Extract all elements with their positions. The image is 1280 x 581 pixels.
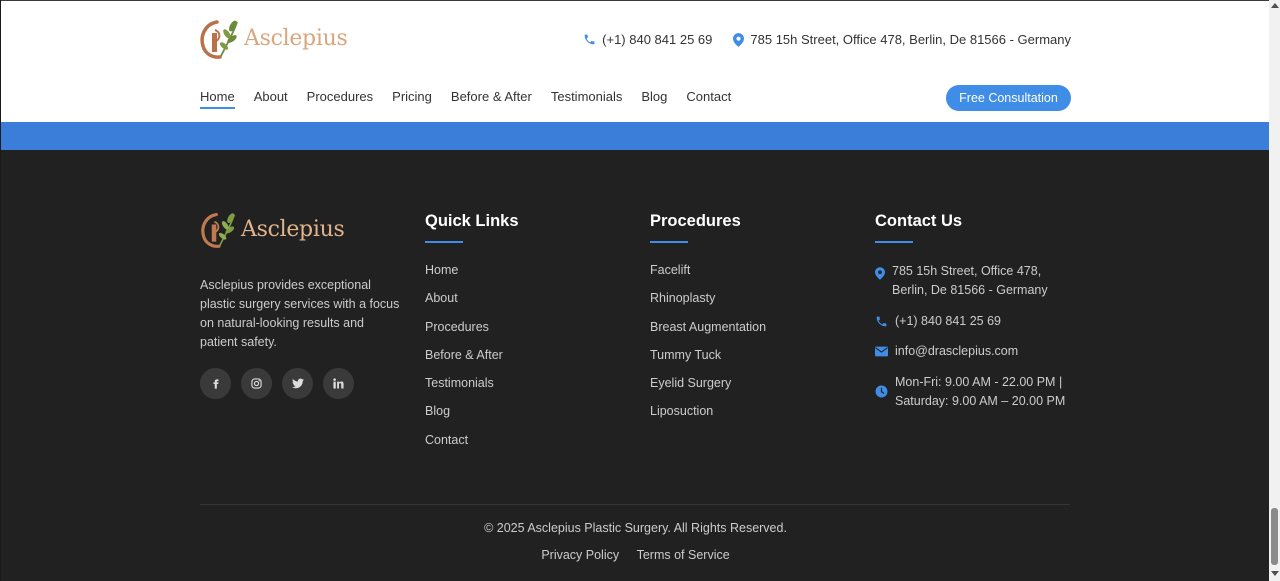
- footer-link-about[interactable]: About: [425, 291, 519, 319]
- envelope-icon: [875, 346, 888, 357]
- contact-title: Contact Us: [875, 212, 963, 230]
- title-underline: [875, 241, 913, 243]
- procedure-link-liposuction[interactable]: Liposuction: [650, 404, 766, 432]
- quick-links-column: Quick Links Home About Procedures Before…: [425, 212, 519, 461]
- header-address: 785 15h Street, Office 478, Berlin, De 8…: [733, 32, 1071, 47]
- contact-column: Contact Us 785 15h Street, Office 478, B…: [875, 212, 1070, 411]
- legal-links: Privacy Policy Terms of Service: [1, 548, 1270, 562]
- nav-contact[interactable]: Contact: [686, 89, 731, 109]
- contact-phone-text: (+1) 840 841 25 69: [895, 314, 1001, 328]
- social-links: [200, 368, 400, 399]
- scroll-up-arrow-icon[interactable]: [1271, 3, 1279, 8]
- contact-hours-text: Mon-Fri: 9.00 AM - 22.00 PM | Saturday: …: [895, 375, 1066, 408]
- footer-logo[interactable]: Asclepius: [200, 209, 400, 249]
- privacy-policy-link[interactable]: Privacy Policy: [541, 548, 619, 562]
- procedures-column: Procedures Facelift Rhinoplasty Breast A…: [650, 212, 766, 433]
- scrollbar-thumb[interactable]: [1271, 508, 1278, 565]
- nav-procedures[interactable]: Procedures: [307, 89, 373, 109]
- procedure-link-rhinoplasty[interactable]: Rhinoplasty: [650, 291, 766, 319]
- nav-about[interactable]: About: [254, 89, 288, 109]
- free-consultation-button[interactable]: Free Consultation: [946, 85, 1071, 111]
- linkedin-icon[interactable]: [323, 368, 354, 399]
- top-contact-info: (+1) 840 841 25 69 785 15h Street, Offic…: [583, 32, 1071, 47]
- footer-link-before-after[interactable]: Before & After: [425, 348, 519, 376]
- brand-name: Asclepius: [244, 25, 348, 51]
- nav-before-after[interactable]: Before & After: [451, 89, 532, 109]
- page: Asclepius (+1) 840 841 25 69 785 15h Str…: [0, 0, 1270, 581]
- header-phone-text: (+1) 840 841 25 69: [602, 32, 713, 47]
- footer-link-home[interactable]: Home: [425, 263, 519, 291]
- footer-link-contact[interactable]: Contact: [425, 433, 519, 461]
- footer-link-procedures[interactable]: Procedures: [425, 320, 519, 348]
- twitter-icon[interactable]: [282, 368, 313, 399]
- phone-icon: [584, 34, 595, 45]
- footer-link-testimonials[interactable]: Testimonials: [425, 376, 519, 404]
- footer-description: Asclepius provides exceptional plastic s…: [200, 278, 400, 349]
- copyright-text: © 2025 Asclepius Plastic Surgery. All Ri…: [484, 521, 787, 535]
- header-phone[interactable]: (+1) 840 841 25 69: [583, 32, 712, 47]
- facebook-icon[interactable]: [200, 368, 231, 399]
- contact-hours: Mon-Fri: 9.00 AM - 22.00 PM | Saturday: …: [875, 373, 1070, 411]
- procedure-link-tummy-tuck[interactable]: Tummy Tuck: [650, 348, 766, 376]
- main-nav: Home About Procedures Pricing Before & A…: [200, 89, 750, 109]
- site-footer: Asclepius Asclepius provides exceptional…: [1, 150, 1270, 581]
- contact-phone[interactable]: (+1) 840 841 25 69: [875, 312, 1070, 342]
- contact-email[interactable]: info@drasclepius.com: [875, 342, 1070, 373]
- title-underline: [650, 241, 688, 243]
- vertical-scrollbar[interactable]: [1269, 0, 1280, 581]
- nav-testimonials[interactable]: Testimonials: [551, 89, 623, 109]
- procedure-link-eyelid-surgery[interactable]: Eyelid Surgery: [650, 376, 766, 404]
- header-logo[interactable]: Asclepius: [199, 16, 348, 60]
- location-pin-icon: [875, 267, 885, 280]
- asclepius-logo-icon: [201, 212, 236, 248]
- blue-band: [1, 122, 1270, 150]
- scroll-down-arrow-icon[interactable]: [1271, 571, 1279, 576]
- footer-about-column: Asclepius Asclepius provides exceptional…: [200, 209, 400, 399]
- contact-address-text: 785 15h Street, Office 478, Berlin, De 8…: [892, 264, 1048, 297]
- nav-pricing[interactable]: Pricing: [392, 89, 432, 109]
- asclepius-logo-icon: [200, 20, 238, 59]
- procedures-title: Procedures: [650, 212, 741, 230]
- footer-brand-name: Asclepius: [241, 216, 345, 242]
- site-header: Asclepius (+1) 840 841 25 69 785 15h Str…: [1, 0, 1270, 122]
- terms-of-service-link[interactable]: Terms of Service: [637, 548, 730, 562]
- footer-divider: [200, 504, 1070, 505]
- procedure-link-breast-augmentation[interactable]: Breast Augmentation: [650, 320, 766, 348]
- contact-address: 785 15h Street, Office 478, Berlin, De 8…: [875, 262, 1070, 312]
- contact-email-text: info@drasclepius.com: [895, 344, 1019, 358]
- footer-link-blog[interactable]: Blog: [425, 404, 519, 432]
- phone-icon: [876, 316, 887, 327]
- nav-home[interactable]: Home: [200, 89, 235, 109]
- procedure-link-facelift[interactable]: Facelift: [650, 263, 766, 291]
- quick-links-title: Quick Links: [425, 212, 519, 230]
- header-address-text: 785 15h Street, Office 478, Berlin, De 8…: [750, 32, 1071, 47]
- location-pin-icon: [733, 32, 745, 47]
- instagram-icon[interactable]: [241, 368, 272, 399]
- title-underline: [425, 241, 463, 243]
- clock-icon: [875, 385, 888, 398]
- nav-blog[interactable]: Blog: [641, 89, 667, 109]
